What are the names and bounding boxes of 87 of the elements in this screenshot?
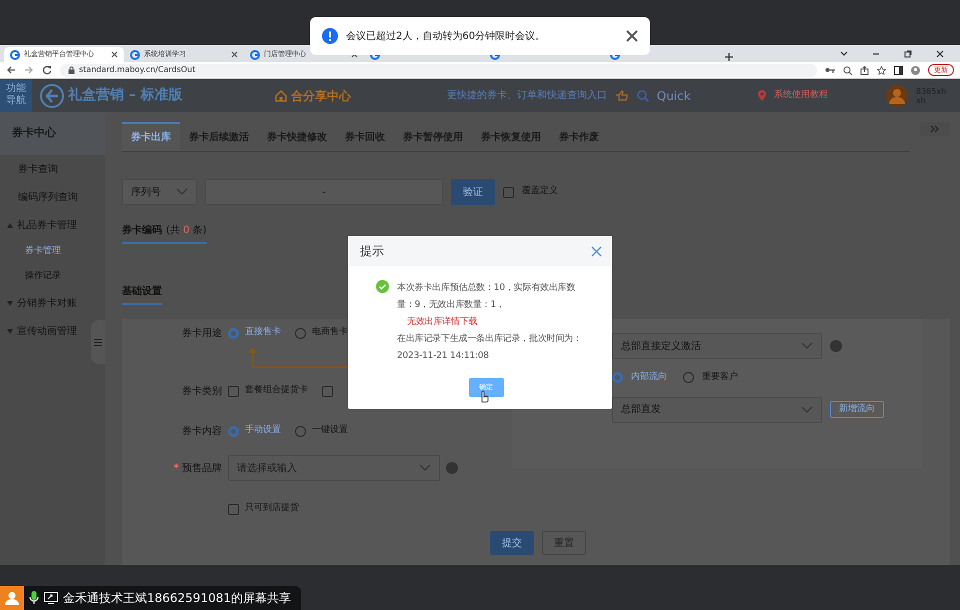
override-checkbox[interactable]: 覆盖定义 (503, 185, 558, 199)
flow-select[interactable]: 总部直发 (612, 396, 822, 422)
add-flow-button[interactable]: 新增流向 (830, 400, 884, 418)
caret-icon (7, 328, 13, 334)
toast-message: 会议已超过2人，自动转为60分钟限时会议。 (346, 30, 546, 44)
brand-select[interactable]: 请选择或输入 (228, 455, 440, 481)
help-icon (446, 462, 458, 474)
verify-button[interactable]: 验证 (451, 179, 495, 205)
submit-button[interactable]: 提交 (490, 531, 534, 555)
double-chevron-icon (930, 125, 940, 133)
menu-icon (94, 338, 102, 346)
sidebar-title: 券卡中心 (0, 112, 105, 155)
microphone-icon (29, 591, 39, 605)
alert-icon (322, 28, 338, 44)
checkbox-option[interactable]: 套餐组合提货卡 (228, 384, 308, 398)
collapse-handle[interactable] (91, 320, 105, 364)
share-status-text: 金禾通技术王斌18662591081的屏幕共享 (63, 590, 291, 607)
checkbox-option[interactable]: 只可到店提货 (228, 502, 299, 516)
sidebar-item[interactable]: 操作记录 (0, 264, 105, 289)
field-label: * 预售品牌 (174, 462, 222, 474)
pointing-hand-icon (614, 90, 629, 101)
radio-option[interactable]: 重要客户 (683, 371, 738, 384)
chevron-down-icon (419, 464, 431, 472)
house-icon (274, 90, 287, 102)
screen-share-icon (44, 592, 58, 604)
reset-button[interactable]: 重置 (542, 531, 586, 555)
sidebar-item[interactable]: 券卡管理 (0, 239, 105, 264)
app-brand: 礼盒营销 – 标准版 (68, 86, 183, 105)
field-label: 券卡用途 (182, 328, 222, 338)
section-title: 券卡编码 (122, 224, 162, 238)
radio-option[interactable]: 一键设置 (295, 424, 348, 438)
back-icon[interactable] (6, 65, 16, 75)
close-icon[interactable] (111, 51, 118, 58)
sidebar-item[interactable]: 券卡查询 (0, 155, 105, 183)
sidebar-group[interactable]: 礼品券卡管理 (0, 211, 105, 239)
hand-cursor-icon (479, 390, 489, 403)
dialog-message: 本次券卡出库预估总数：10，实际有效出库数量：9，无效出库数量：1， 无效出库详情下载 (397, 282, 576, 329)
address-field[interactable]: standard.maboy.cn/CardsOut (60, 64, 817, 76)
tab-search-icon[interactable] (840, 50, 848, 58)
download-link[interactable]: 无效出库详情下载 (407, 317, 478, 327)
quick-search-link[interactable]: Quick (656, 86, 691, 104)
quick-entry-link[interactable]: 更快捷的券卡、订单和快递查询入口 (446, 88, 607, 103)
restore-icon[interactable] (904, 50, 912, 58)
sidebar-group[interactable]: 分销券卡对账 (0, 289, 105, 317)
lock-icon (68, 66, 75, 74)
key-icon[interactable] (825, 66, 835, 74)
zoom-icon[interactable] (843, 66, 852, 74)
activation-select[interactable]: 总部直接定义激活 (612, 333, 822, 359)
close-icon[interactable] (231, 51, 238, 58)
person-icon (5, 591, 19, 605)
dialog-title: 提示 (360, 243, 384, 260)
close-icon[interactable] (936, 50, 944, 58)
location-pin-icon (758, 90, 766, 101)
help-icon (830, 340, 842, 352)
field-label: 券卡内容 (182, 426, 222, 436)
chevron-down-icon (176, 188, 188, 196)
new-tab-icon[interactable] (724, 52, 734, 62)
radio-option[interactable]: 手动设置 (228, 424, 281, 438)
radio-option[interactable]: 电商售卡 (295, 326, 348, 340)
radio-option[interactable]: 直接售卡 (228, 326, 281, 340)
globe-icon (10, 50, 20, 60)
success-icon (376, 280, 389, 293)
reload-icon[interactable] (42, 65, 52, 75)
chevron-down-icon (801, 342, 813, 350)
dialog-note: 在出库记录下生成一条出库记录，批次时间为：2023-11-21 14:11:08 (397, 332, 582, 363)
logo-icon (40, 84, 64, 108)
star-icon[interactable] (877, 66, 886, 74)
profile-icon[interactable] (911, 66, 920, 74)
checkbox-option[interactable] (322, 386, 333, 396)
serial-select[interactable]: 序列号 (122, 179, 197, 205)
globe-icon (130, 50, 140, 60)
sidebar-item[interactable]: 编码序列查询 (0, 183, 105, 211)
share-center-link[interactable]: 合分享中心 (290, 86, 351, 104)
tutorial-link[interactable]: 系统使用教程 (774, 88, 828, 102)
globe-icon (250, 50, 260, 60)
nav-toggle[interactable]: 功能导航 (0, 79, 32, 112)
section-title: 基础设置 (122, 284, 162, 305)
side-panel-icon[interactable] (894, 66, 903, 74)
range-field[interactable]: - (205, 179, 443, 205)
close-icon[interactable] (626, 30, 638, 42)
tab[interactable]: 券卡出库 (122, 122, 180, 151)
caret-icon (7, 300, 13, 306)
field-label: 券卡类别 (182, 386, 222, 396)
share-icon[interactable] (860, 66, 869, 74)
chevron-down-icon (801, 406, 813, 414)
caret-icon (7, 222, 13, 228)
record-count: (共 0 条) (166, 224, 207, 238)
